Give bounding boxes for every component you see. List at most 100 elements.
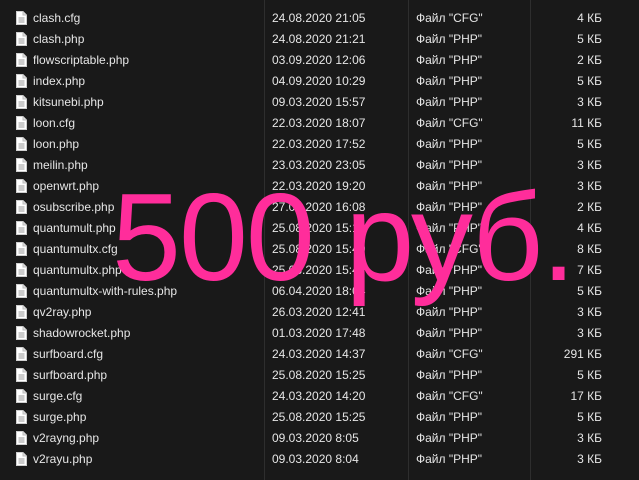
- document-icon: [16, 53, 27, 67]
- document-icon: [16, 32, 27, 46]
- file-size: 5 КБ: [577, 368, 602, 382]
- file-size: 5 КБ: [577, 137, 602, 151]
- file-name: loon.php: [33, 137, 80, 151]
- file-type: Файл "PHP": [416, 263, 483, 277]
- document-icon: [16, 305, 27, 319]
- document-icon: [16, 368, 27, 382]
- file-type: Файл "PHP": [416, 284, 483, 298]
- file-size: 3 КБ: [577, 326, 602, 340]
- document-icon: [16, 347, 27, 361]
- file-name: surge.php: [33, 410, 87, 424]
- file-date-modified: 24.03.2020 14:20: [272, 389, 366, 403]
- document-icon: [16, 242, 27, 256]
- file-row[interactable]: osubscribe.php 27.05.2020 16:08 Файл "PHP"…: [0, 197, 639, 218]
- file-date-modified: 24.03.2020 14:37: [272, 347, 366, 361]
- file-size: 3 КБ: [577, 452, 602, 466]
- file-row[interactable]: meilin.php 23.03.2020 23:05 Файл "PHP" 3 КБ: [0, 155, 639, 176]
- file-type: Файл "CFG": [416, 11, 483, 25]
- file-date-modified: 22.03.2020 18:07: [272, 116, 366, 130]
- file-row[interactable]: loon.php 22.03.2020 17:52 Файл "PHP" 5 КБ: [0, 134, 639, 155]
- file-type: Файл "PHP": [416, 452, 483, 466]
- document-icon: [16, 410, 27, 424]
- file-name: loon.cfg: [33, 116, 76, 130]
- file-type: Файл "PHP": [416, 32, 483, 46]
- file-row[interactable]: kitsunebi.php 09.03.2020 15:57 Файл "PHP" 3…: [0, 92, 639, 113]
- document-icon: [16, 200, 27, 214]
- file-size: 7 КБ: [577, 263, 602, 277]
- document-icon: [16, 431, 27, 445]
- file-row[interactable]: flowscriptable.php 03.09.2020 12:06 Файл "…: [0, 50, 639, 71]
- file-type: Файл "CFG": [416, 347, 483, 361]
- document-icon: [16, 284, 27, 298]
- file-size: 5 КБ: [577, 32, 602, 46]
- file-size: 5 КБ: [577, 410, 602, 424]
- file-date-modified: 25.08.2020 15:49: [272, 242, 366, 256]
- file-row[interactable]: surge.cfg 24.03.2020 14:20 Файл "CFG" 17 КБ: [0, 386, 639, 407]
- file-name: index.php: [33, 74, 86, 88]
- file-name: meilin.php: [33, 158, 88, 172]
- file-size: 3 КБ: [577, 158, 602, 172]
- file-date-modified: 25.08.2020 15:47: [272, 263, 366, 277]
- file-type: Файл "PHP": [416, 137, 483, 151]
- file-name: surfboard.php: [33, 368, 108, 382]
- file-date-modified: 22.03.2020 17:52: [272, 137, 366, 151]
- file-row[interactable]: surge.php 25.08.2020 15:25 Файл "PHP" 5 КБ: [0, 407, 639, 428]
- file-row[interactable]: v2rayu.php 09.03.2020 8:04 Файл "PHP" 3 КБ: [0, 449, 639, 470]
- file-size: 11 КБ: [571, 116, 602, 130]
- file-date-modified: 03.09.2020 12:06: [272, 53, 366, 67]
- file-row[interactable]: quantumult.php 25.08.2020 15:15 Файл "PHP"…: [0, 218, 639, 239]
- file-date-modified: 27.05.2020 16:08: [272, 200, 366, 214]
- file-name: v2rayng.php: [33, 431, 100, 445]
- file-date-modified: 06.04.2020 18:04: [272, 284, 366, 298]
- document-icon: [16, 74, 27, 88]
- file-row[interactable]: surfboard.cfg 24.03.2020 14:37 Файл "CFG" 2…: [0, 344, 639, 365]
- file-row[interactable]: clash.cfg 24.08.2020 21:05 Файл "CFG" 4 КБ: [0, 8, 639, 29]
- file-size: 3 КБ: [577, 95, 602, 109]
- file-row[interactable]: v2rayng.php 09.03.2020 8:05 Файл "PHP" 3 КБ: [0, 428, 639, 449]
- file-type: Файл "PHP": [416, 368, 483, 382]
- document-icon: [16, 221, 27, 235]
- file-row[interactable]: index.php 04.09.2020 10:29 Файл "PHP" 5 КБ: [0, 71, 639, 92]
- file-type: Файл "PHP": [416, 95, 483, 109]
- document-icon: [16, 116, 27, 130]
- file-row[interactable]: quantumultx-with-rules.php 06.04.2020 18:…: [0, 281, 639, 302]
- file-type: Файл "PHP": [416, 410, 483, 424]
- file-type: Файл "CFG": [416, 116, 483, 130]
- document-icon: [16, 95, 27, 109]
- document-icon: [16, 326, 27, 340]
- file-type: Файл "PHP": [416, 326, 483, 340]
- file-name: quantumultx.cfg: [33, 242, 118, 256]
- file-date-modified: 24.08.2020 21:05: [272, 11, 366, 25]
- file-type: Файл "PHP": [416, 200, 483, 214]
- file-row[interactable]: shadowrocket.php 01.03.2020 17:48 Файл "PH…: [0, 323, 639, 344]
- file-size: 2 КБ: [577, 200, 602, 214]
- file-size: 3 КБ: [577, 179, 602, 193]
- file-type: Файл "PHP": [416, 53, 483, 67]
- file-date-modified: 09.03.2020 8:04: [272, 452, 359, 466]
- file-size: 2 КБ: [577, 53, 602, 67]
- file-name: osubscribe.php: [33, 200, 115, 214]
- file-row[interactable]: openwrt.php 22.03.2020 19:20 Файл "PHP" 3 К…: [0, 176, 639, 197]
- file-size: 8 КБ: [577, 242, 602, 256]
- file-name: clash.php: [33, 32, 85, 46]
- file-size: 17 КБ: [570, 389, 602, 403]
- file-row[interactable]: surfboard.php 25.08.2020 15:25 Файл "PHP" 5…: [0, 365, 639, 386]
- document-icon: [16, 11, 27, 25]
- file-row[interactable]: loon.cfg 22.03.2020 18:07 Файл "CFG" 11 КБ: [0, 113, 639, 134]
- file-date-modified: 09.03.2020 15:57: [272, 95, 366, 109]
- file-type: Файл "CFG": [416, 389, 483, 403]
- file-row[interactable]: clash.php 24.08.2020 21:21 Файл "PHP" 5 КБ: [0, 29, 639, 50]
- file-name: kitsunebi.php: [33, 95, 104, 109]
- file-row[interactable]: quantumultx.php 25.08.2020 15:47 Файл "PHP…: [0, 260, 639, 281]
- file-name: quantumult.php: [33, 221, 116, 235]
- file-date-modified: 01.03.2020 17:48: [272, 326, 366, 340]
- file-date-modified: 25.08.2020 15:15: [272, 221, 366, 235]
- document-icon: [16, 158, 27, 172]
- document-icon: [16, 452, 27, 466]
- document-icon: [16, 179, 27, 193]
- file-row[interactable]: qv2ray.php 26.03.2020 12:41 Файл "PHP" 3 КБ: [0, 302, 639, 323]
- file-size: 4 КБ: [577, 11, 602, 25]
- file-row[interactable]: quantumultx.cfg 25.08.2020 15:49 Файл "CFG…: [0, 239, 639, 260]
- file-date-modified: 25.08.2020 15:25: [272, 368, 366, 382]
- file-type: Файл "PHP": [416, 305, 483, 319]
